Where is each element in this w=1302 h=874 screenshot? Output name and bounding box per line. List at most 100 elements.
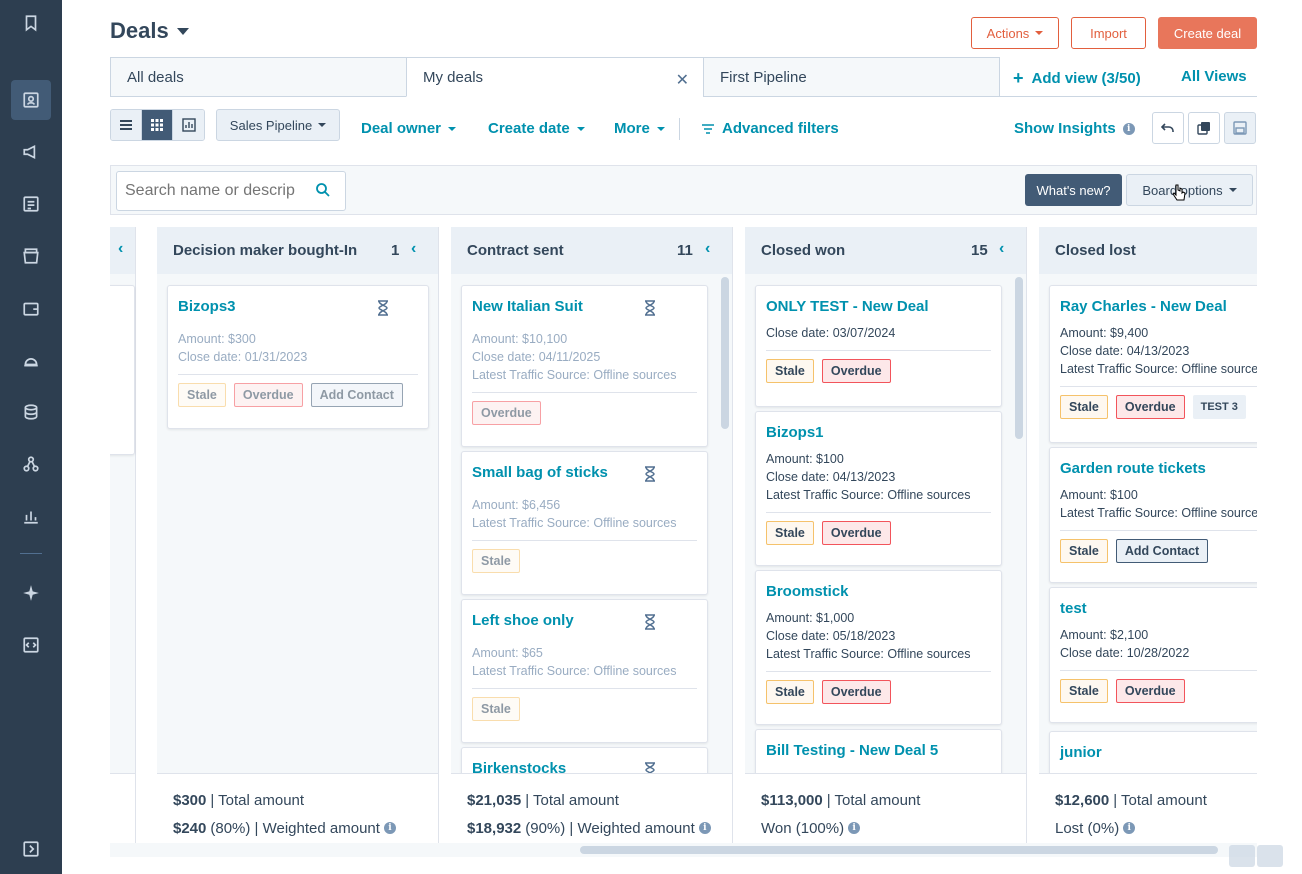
save-view-button[interactable]	[1224, 112, 1256, 144]
bookmark-icon[interactable]	[11, 3, 51, 43]
expand-sidebar-icon[interactable]	[11, 829, 51, 869]
wallet-icon[interactable]	[11, 288, 51, 328]
tab-my-deals[interactable]: My deals ✕	[406, 57, 704, 97]
megaphone-icon[interactable]	[11, 132, 51, 172]
deal-name[interactable]: Left shoe only	[472, 612, 697, 632]
deal-card[interactable]: Broomstick Amount: $1,000 Close date: 05…	[755, 570, 1002, 725]
show-insights-button[interactable]: Show Insights i	[1014, 120, 1135, 137]
add-contact-button[interactable]: Add Contact	[310, 383, 403, 407]
deal-name[interactable]: ONLY TEST - New Deal	[766, 298, 991, 318]
deal-close-date: Close date: 04/13/2023	[766, 470, 896, 484]
info-icon[interactable]: i	[383, 822, 396, 834]
caret-down-icon	[318, 123, 327, 127]
chart-view-icon[interactable]	[173, 110, 204, 140]
info-icon[interactable]: i	[848, 822, 861, 834]
deal-name[interactable]: Ray Charles - New Deal	[1060, 298, 1257, 318]
total-amount-label: | Total amount	[1113, 791, 1207, 809]
add-view-button[interactable]: + Add view (3/50)	[1013, 68, 1141, 89]
import-button[interactable]: Import	[1071, 17, 1146, 49]
chevron-left-icon[interactable]: ‹	[705, 240, 710, 258]
board-options-button[interactable]: Board options	[1126, 174, 1253, 206]
column-scrollbar[interactable]	[721, 277, 729, 429]
weighted-amount-value: $240	[173, 819, 207, 837]
chevron-left-icon[interactable]: ‹	[411, 240, 416, 258]
deal-name[interactable]: Broomstick	[766, 583, 991, 603]
deal-card[interactable]: New Italian Suit Amount: $10,100 Close d…	[461, 285, 708, 447]
board-view-icon[interactable]	[142, 110, 173, 140]
ai-sparkle-icon[interactable]	[11, 573, 51, 613]
info-icon[interactable]: i	[1123, 822, 1136, 834]
hourglass-icon	[378, 300, 388, 316]
undo-button[interactable]	[1152, 112, 1184, 144]
actions-label: Actions	[986, 25, 1030, 41]
column-title: Contract sent	[467, 242, 564, 259]
deal-card[interactable]: Small bag of sticks Amount: $6,456 Lates…	[461, 451, 708, 595]
deal-name[interactable]: test	[1060, 600, 1257, 620]
board-column-decision-maker: Decision maker bought-In 1 ‹ Bizops3 Amo…	[157, 227, 439, 857]
whats-new-button[interactable]: What's new?	[1025, 174, 1122, 206]
reports-icon[interactable]	[11, 496, 51, 536]
info-icon[interactable]: i	[698, 822, 711, 834]
deal-card[interactable]: Bizops3 Amount: $300 Close date: 01/31/2…	[167, 285, 429, 429]
tab-label: My deals	[423, 68, 484, 86]
add-contact-button[interactable]: Add Contact	[1115, 539, 1209, 563]
deal-name[interactable]: New Italian Suit	[472, 298, 697, 318]
label-badge: TEST 3	[1192, 395, 1246, 419]
page-title[interactable]: Deals	[110, 18, 189, 44]
hourglass-icon	[645, 466, 655, 482]
search-input[interactable]	[116, 171, 346, 211]
database-icon[interactable]	[11, 392, 51, 432]
more-filter[interactable]: More	[614, 120, 665, 137]
stale-badge: Stale	[472, 549, 520, 573]
tab-all-deals[interactable]: All deals	[110, 57, 407, 97]
create-deal-button[interactable]: Create deal	[1158, 17, 1257, 49]
deal-card[interactable]: Bizops1 Amount: $100 Close date: 04/13/2…	[755, 411, 1002, 566]
plus-icon: +	[1013, 68, 1024, 88]
all-views-link[interactable]: All Views	[1181, 68, 1247, 85]
import-label: Import	[1090, 25, 1127, 41]
total-amount-label: | Total amount	[210, 791, 305, 809]
list-view-icon[interactable]	[111, 110, 142, 140]
commerce-icon[interactable]	[11, 236, 51, 276]
advanced-filters-button[interactable]: Advanced filters	[701, 120, 839, 137]
deal-name[interactable]: Bill Testing - New Deal 5	[766, 742, 991, 762]
deal-owner-filter[interactable]: Deal owner	[361, 120, 457, 137]
close-icon[interactable]: ✕	[676, 70, 689, 90]
deal-card[interactable]: Ray Charles - New Deal Amount: $9,400 Cl…	[1049, 285, 1257, 443]
deal-name[interactable]: junior	[1060, 744, 1257, 764]
board-column-closed-won: Closed won 15 ‹ ONLY TEST - New Deal Clo…	[745, 227, 1027, 857]
chevron-left-icon[interactable]: ‹	[999, 240, 1004, 258]
create-date-filter[interactable]: Create date	[488, 120, 585, 137]
content-icon[interactable]	[11, 184, 51, 224]
deal-name[interactable]: Small bag of sticks	[472, 464, 697, 484]
pipeline-select[interactable]: Sales Pipeline	[216, 109, 340, 141]
service-bell-icon[interactable]	[11, 340, 51, 380]
contacts-icon[interactable]	[11, 80, 51, 120]
actions-button[interactable]: Actions	[971, 17, 1059, 49]
deal-card-partial[interactable]	[110, 285, 135, 455]
deal-card[interactable]: Garden route tickets Amount: $100 Latest…	[1049, 447, 1257, 583]
column-scrollbar[interactable]	[1015, 277, 1023, 439]
deal-name[interactable]: Garden route tickets	[1060, 460, 1257, 480]
card-divider	[766, 512, 991, 513]
deal-card[interactable]: ONLY TEST - New Deal Close date: 03/07/2…	[755, 285, 1002, 407]
automation-icon[interactable]	[11, 444, 51, 484]
code-icon[interactable]	[11, 625, 51, 665]
chevron-left-icon[interactable]: ‹	[118, 240, 123, 258]
search-icon[interactable]	[315, 182, 331, 198]
duplicate-button[interactable]	[1188, 112, 1220, 144]
stale-badge: Stale	[1060, 679, 1108, 703]
pause-icon[interactable]	[1229, 845, 1255, 867]
card-divider	[1060, 670, 1257, 671]
chevron-down-icon	[176, 27, 189, 35]
board-horizontal-scrollbar[interactable]	[580, 846, 1218, 854]
card-divider	[1060, 530, 1257, 531]
column-title: Closed won	[761, 242, 846, 259]
advanced-filters-label: Advanced filters	[722, 120, 839, 137]
deal-card[interactable]: Left shoe only Amount: $65 Latest Traffi…	[461, 599, 708, 743]
card-divider	[472, 392, 697, 393]
deal-name[interactable]: Bizops1	[766, 424, 991, 444]
chat-icon[interactable]	[1257, 845, 1283, 867]
deal-card[interactable]: test Amount: $2,100 Close date: 10/28/20…	[1049, 587, 1257, 723]
tab-first-pipeline[interactable]: First Pipeline	[703, 57, 1000, 97]
